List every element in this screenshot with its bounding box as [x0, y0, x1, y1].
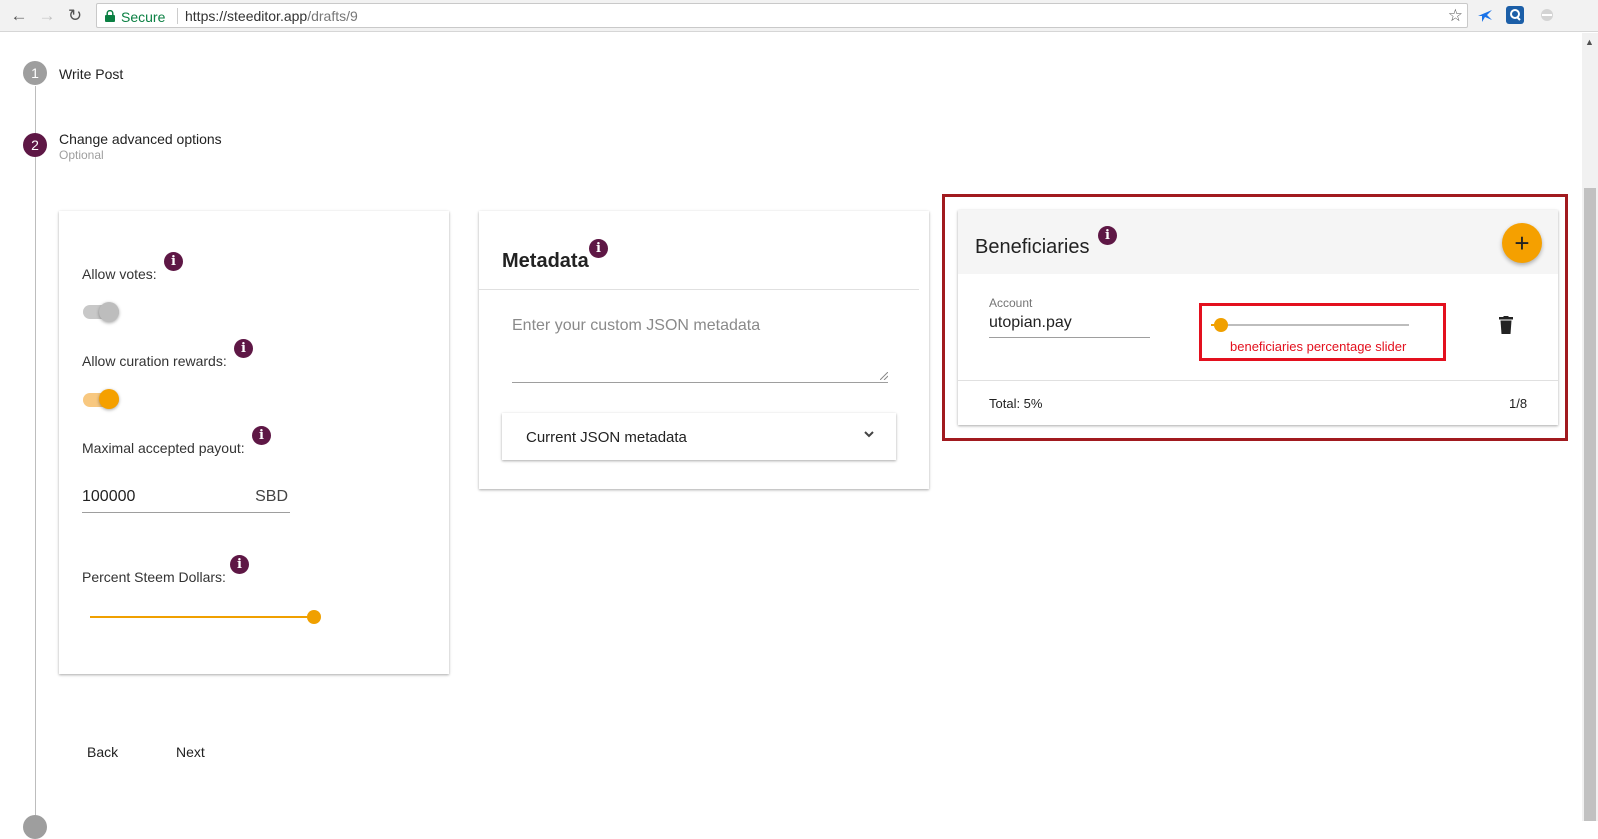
allow-votes-label: Allow votes: — [82, 266, 157, 282]
plus-icon: + — [1514, 227, 1530, 258]
page-scrollbar[interactable]: ▲ — [1582, 33, 1598, 821]
chevron-down-icon[interactable] — [862, 427, 876, 441]
step-1-number[interactable]: 1 — [23, 61, 47, 85]
lock-icon — [105, 10, 115, 22]
beneficiaries-header: Beneficiaries i + — [958, 210, 1558, 274]
current-json-metadata-label: Current JSON metadata — [526, 429, 687, 446]
max-payout-input[interactable]: 100000 SBD — [82, 487, 290, 513]
bookmark-star-icon[interactable]: ☆ — [1448, 6, 1463, 26]
step-connector — [35, 86, 36, 136]
address-bar[interactable]: Secure https://steeditor.app/drafts/9 ☆ — [96, 3, 1468, 28]
info-icon[interactable]: i — [230, 555, 249, 574]
resize-handle-icon[interactable] — [880, 372, 888, 380]
toggle-knob — [99, 389, 119, 409]
info-icon[interactable]: i — [589, 239, 608, 258]
percent-sd-label: Percent Steem Dollars: — [82, 569, 226, 585]
step-2-title[interactable]: Change advanced options — [59, 131, 222, 147]
search-extension-icon[interactable] — [1506, 6, 1524, 24]
step-1-title[interactable]: Write Post — [59, 66, 123, 82]
max-payout-unit: SBD — [255, 488, 288, 505]
slider-annotation-text: beneficiaries percentage slider — [1230, 339, 1407, 354]
profile-extension-icon[interactable] — [1538, 6, 1556, 24]
slider-annotation-box: beneficiaries percentage slider — [1199, 303, 1446, 361]
beneficiaries-total: Total: 5% — [989, 396, 1043, 411]
max-payout-value: 100000 — [82, 488, 136, 505]
slider-fill — [90, 616, 314, 618]
info-icon[interactable]: i — [1098, 226, 1117, 245]
current-json-metadata-panel[interactable]: Current JSON metadata — [502, 413, 896, 460]
account-label: Account — [989, 296, 1033, 310]
back-arrow-icon[interactable]: ← — [8, 5, 30, 27]
json-metadata-textarea[interactable]: Enter your custom JSON metadata — [512, 313, 888, 383]
url-host: https://steeditor.app — [185, 8, 308, 24]
add-beneficiary-button[interactable]: + — [1502, 223, 1542, 263]
info-icon[interactable]: i — [234, 339, 253, 358]
options-card: Allow votes: i Allow curation rewards: i… — [59, 211, 449, 674]
toggle-knob — [99, 302, 119, 322]
info-icon[interactable]: i — [252, 426, 271, 445]
slider-thumb[interactable] — [307, 610, 321, 624]
scroll-up-arrow-icon[interactable]: ▲ — [1585, 37, 1594, 47]
account-value: utopian.pay — [989, 314, 1072, 331]
percent-sd-slider[interactable] — [90, 607, 321, 627]
json-metadata-placeholder: Enter your custom JSON metadata — [512, 317, 761, 334]
secure-label: Secure — [121, 9, 166, 25]
scrollbar-thumb[interactable] — [1584, 188, 1596, 821]
url-text: https://steeditor.app/drafts/9 — [185, 8, 358, 24]
delete-beneficiary-icon[interactable] — [1499, 316, 1513, 334]
beneficiaries-title: Beneficiaries — [975, 236, 1090, 258]
url-path: /drafts/9 — [307, 8, 358, 24]
allow-curation-label: Allow curation rewards: — [82, 353, 227, 369]
beneficiaries-count: 1/8 — [1509, 396, 1528, 411]
forward-arrow-icon[interactable]: → — [36, 5, 58, 27]
back-button[interactable]: Back — [87, 744, 118, 760]
max-payout-label: Maximal accepted payout: — [82, 440, 245, 456]
step-2-number[interactable]: 2 — [23, 133, 47, 157]
account-input[interactable]: utopian.pay — [989, 314, 1150, 338]
plane-extension-icon[interactable] — [1476, 6, 1494, 24]
next-button[interactable]: Next — [176, 744, 205, 760]
info-icon[interactable]: i — [164, 252, 183, 271]
beneficiaries-divider — [958, 380, 1558, 381]
reload-icon[interactable]: ↻ — [64, 5, 86, 27]
metadata-card: Metadata i Enter your custom JSON metada… — [479, 211, 929, 489]
step-3-number[interactable] — [23, 815, 47, 839]
address-divider — [177, 8, 178, 24]
metadata-title: Metadata — [502, 250, 589, 272]
browser-toolbar: ← → ↻ Secure https://steeditor.app/draft… — [0, 0, 1598, 32]
step-connector — [35, 157, 36, 821]
metadata-divider — [479, 289, 919, 290]
step-2-subtitle: Optional — [59, 148, 104, 162]
